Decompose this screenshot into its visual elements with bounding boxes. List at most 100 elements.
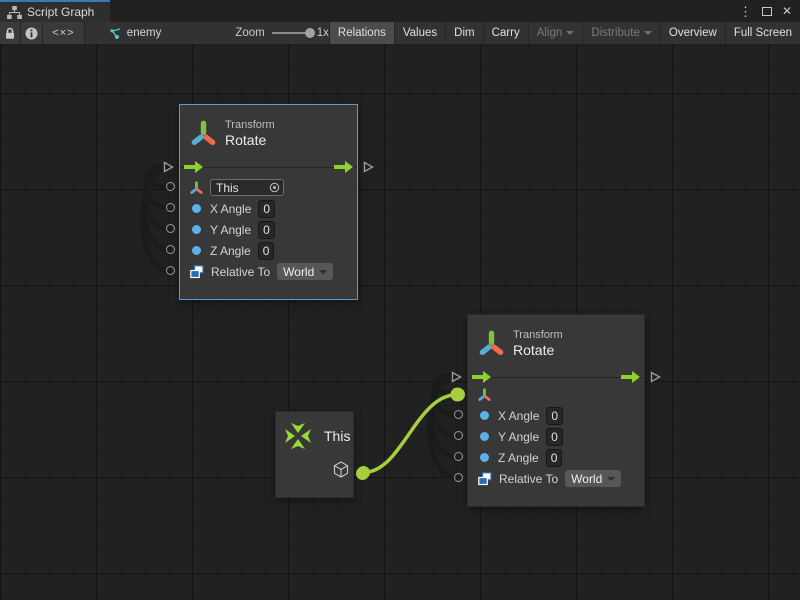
connection-wire[interactable] xyxy=(364,395,458,473)
transform-icon xyxy=(479,330,504,357)
z-angle-field[interactable]: 0 xyxy=(546,449,563,467)
title-bar-drag-area[interactable] xyxy=(110,0,739,22)
z-angle-row: Z Angle 0 xyxy=(468,447,644,468)
object-picker-icon[interactable] xyxy=(269,182,280,193)
relative-to-row: Relative To World xyxy=(468,468,644,489)
tab-script-graph[interactable]: Script Graph xyxy=(0,0,110,22)
node-category: Transform xyxy=(513,329,563,341)
this-icon xyxy=(284,422,312,450)
x-angle-input-port[interactable] xyxy=(454,410,463,419)
overview-button[interactable]: Overview xyxy=(660,22,725,44)
node-header: Transform Rotate xyxy=(468,315,644,366)
target-row: This xyxy=(180,177,357,198)
zoom-slider[interactable] xyxy=(272,32,310,34)
lock-button[interactable] xyxy=(0,22,21,44)
graph-toolbar: <×> enemy Zoom 1x Relations Values Dim C… xyxy=(0,22,800,44)
flow-output-port[interactable] xyxy=(650,371,661,383)
x-angle-row: X Angle 0 xyxy=(468,405,644,426)
info-icon xyxy=(25,27,38,40)
zoom-slider-handle[interactable] xyxy=(305,28,315,38)
fullscreen-button[interactable]: Full Screen xyxy=(725,22,800,44)
node-header: Transform Rotate xyxy=(180,105,357,156)
node-title: Rotate xyxy=(225,132,275,148)
window-menu-icon[interactable]: ⋮ xyxy=(739,5,752,18)
y-angle-field[interactable]: 0 xyxy=(258,221,275,239)
transform-mini-icon xyxy=(478,388,491,402)
values-button[interactable]: Values xyxy=(394,22,445,44)
relative-to-input-port[interactable] xyxy=(166,266,175,275)
node-rotate-1[interactable]: Transform Rotate This xyxy=(179,104,358,300)
zoom-value: 1x xyxy=(317,27,329,39)
maximize-icon[interactable] xyxy=(762,7,772,16)
flow-output-port[interactable] xyxy=(363,161,374,173)
flow-row xyxy=(180,156,357,168)
carry-button[interactable]: Carry xyxy=(483,22,528,44)
float-port-icon xyxy=(480,453,489,462)
align-button[interactable]: Align xyxy=(528,22,583,44)
graph-canvas[interactable]: Transform Rotate This xyxy=(0,44,800,600)
graph-icon xyxy=(7,6,22,19)
flow-input-port[interactable] xyxy=(163,161,174,173)
relative-to-row: Relative To World xyxy=(180,261,357,282)
enum-icon xyxy=(190,265,204,279)
graph-name: enemy xyxy=(127,27,162,39)
this-output-port[interactable] xyxy=(356,467,369,480)
float-port-icon xyxy=(480,432,489,441)
caret-down-icon xyxy=(319,270,327,274)
target-input-port[interactable] xyxy=(166,182,175,191)
gameobject-cube-icon xyxy=(333,461,349,483)
relative-to-input-port[interactable] xyxy=(454,473,463,482)
script-graph-window: Script Graph ⋮ ✕ <×> xyxy=(0,0,800,600)
distribute-button[interactable]: Distribute xyxy=(582,22,660,44)
zoom-label: Zoom xyxy=(235,27,264,39)
float-port-icon xyxy=(192,246,201,255)
flow-arrow-icon xyxy=(334,161,353,173)
y-angle-row: Y Angle 0 xyxy=(180,219,357,240)
tab-title: Script Graph xyxy=(27,5,94,19)
preview-code-button[interactable]: <×> xyxy=(43,22,85,44)
flow-arrow-icon xyxy=(184,161,203,173)
x-angle-field[interactable]: 0 xyxy=(546,407,563,425)
title-bar: Script Graph ⋮ ✕ xyxy=(0,0,800,22)
z-angle-input-port[interactable] xyxy=(454,452,463,461)
connections-layer xyxy=(0,44,800,600)
enum-icon xyxy=(478,472,492,486)
info-button[interactable] xyxy=(21,22,43,44)
z-angle-field[interactable]: 0 xyxy=(258,242,275,260)
y-angle-input-port[interactable] xyxy=(454,431,463,440)
y-angle-row: Y Angle 0 xyxy=(468,426,644,447)
float-port-icon xyxy=(192,204,201,213)
lock-icon xyxy=(4,27,16,40)
x-angle-row: X Angle 0 xyxy=(180,198,357,219)
z-angle-row: Z Angle 0 xyxy=(180,240,357,261)
x-angle-input-port[interactable] xyxy=(166,203,175,212)
node-category: Transform xyxy=(225,119,275,131)
transform-icon xyxy=(191,120,216,147)
y-angle-field[interactable]: 0 xyxy=(546,428,563,446)
dim-button[interactable]: Dim xyxy=(445,22,482,44)
node-title: Rotate xyxy=(513,342,563,358)
target-row xyxy=(468,384,644,405)
flow-arrow-icon xyxy=(472,371,491,383)
node-title: This xyxy=(324,428,350,444)
node-this[interactable]: This xyxy=(275,411,354,498)
flow-arrow-icon xyxy=(621,371,640,383)
caret-down-icon xyxy=(566,31,574,35)
flow-input-port[interactable] xyxy=(451,371,462,383)
x-angle-field[interactable]: 0 xyxy=(258,200,275,218)
float-port-icon xyxy=(192,225,201,234)
target-object-field[interactable]: This xyxy=(210,179,284,196)
z-angle-input-port[interactable] xyxy=(166,245,175,254)
node-rotate-2[interactable]: Transform Rotate xyxy=(467,314,645,507)
relations-button[interactable]: Relations xyxy=(329,22,394,44)
relative-to-dropdown[interactable]: World xyxy=(565,470,621,487)
float-port-icon xyxy=(480,411,489,420)
caret-down-icon xyxy=(644,31,652,35)
target-input-port-connected[interactable] xyxy=(452,388,465,401)
flow-row xyxy=(468,366,644,378)
close-icon[interactable]: ✕ xyxy=(782,5,792,17)
transform-mini-icon xyxy=(190,181,203,195)
graph-reference[interactable]: enemy xyxy=(100,22,170,44)
relative-to-dropdown[interactable]: World xyxy=(277,263,333,280)
y-angle-input-port[interactable] xyxy=(166,224,175,233)
